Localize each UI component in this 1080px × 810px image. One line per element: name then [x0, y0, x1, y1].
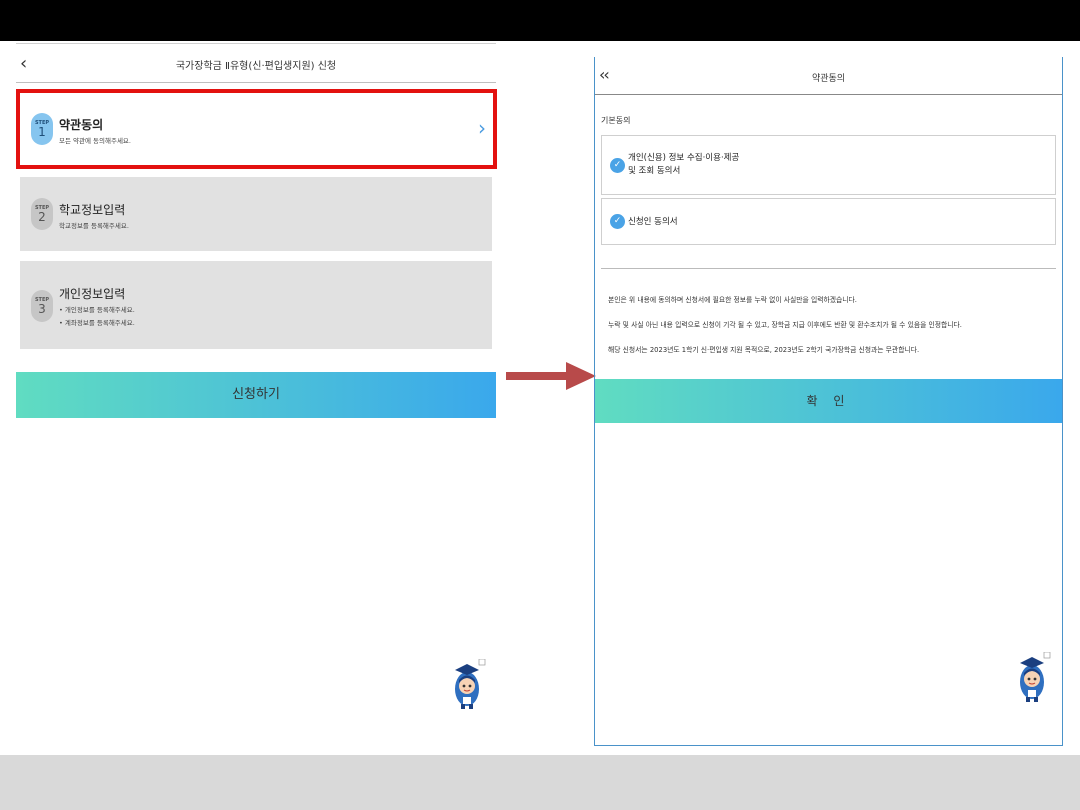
agreement-personal-info[interactable]: ✓ 개인(신용) 정보 수집·이용·제공 및 조회 동의서 — [601, 135, 1056, 195]
notice-text: 본인은 위 내용에 동의하며 신청서에 필요한 정보를 누락 없이 사실만을 입… — [608, 296, 857, 304]
bottom-gray-bar — [0, 755, 1080, 810]
step-highlight-frame — [16, 89, 497, 169]
page-header: ‹ 국가장학금 Ⅱ유형(신·편입생지원) 신청 — [16, 43, 496, 83]
agreement-text: 개인(신용) 정보 수집·이용·제공 및 조회 동의서 — [628, 153, 740, 176]
mascot-chatbot-icon[interactable] — [1017, 652, 1053, 704]
step-title: 개인정보입력 — [59, 287, 126, 301]
agreement-applicant[interactable]: ✓ 신청인 동의서 — [601, 198, 1056, 245]
confirm-button[interactable]: 확 인 — [595, 379, 1062, 423]
step-bullet: • 개인정보를 등록해주세요. — [59, 306, 135, 314]
step-subtitle: 학교정보를 등록해주세요. — [59, 222, 129, 230]
section-label: 기본동의 — [601, 116, 631, 125]
step-badge: STEP 3 — [31, 290, 53, 322]
agreement-text: 신청인 동의서 — [628, 217, 678, 227]
step-card-personal-info[interactable]: STEP 3 개인정보입력 • 개인정보를 등록해주세요. • 계좌정보를 등록… — [20, 261, 492, 349]
mascot-chatbot-icon[interactable] — [452, 659, 488, 711]
apply-button[interactable]: 신청하기 — [16, 372, 496, 418]
page-title: 국가장학금 Ⅱ유형(신·편입생지원) 신청 — [175, 61, 337, 72]
flow-arrow-icon — [506, 362, 596, 390]
step-badge: STEP 2 — [31, 198, 53, 230]
divider — [601, 268, 1056, 269]
page-header: ‹‹ 약관동의 — [595, 57, 1062, 95]
check-circle-icon[interactable]: ✓ — [610, 158, 625, 173]
notice-text: 누락 및 사실 아닌 내용 입력으로 신청이 기각 될 수 있고, 장학금 지급… — [608, 321, 962, 329]
check-circle-icon[interactable]: ✓ — [610, 214, 625, 229]
step-title: 학교정보입력 — [59, 203, 126, 217]
step-card-school-info[interactable]: STEP 2 학교정보입력 학교정보를 등록해주세요. — [20, 177, 492, 251]
page-title: 약관동의 — [811, 74, 846, 84]
application-steps-screen: ‹ 국가장학금 Ⅱ유형(신·편입생지원) 신청 STEP 1 약관동의 모든 약… — [16, 43, 497, 743]
terms-agreement-screen: ‹‹ 약관동의 기본동의 ✓ 개인(신용) 정보 수집·이용·제공 및 조회 동… — [594, 57, 1063, 746]
top-black-bar — [0, 0, 1080, 41]
step-bullet: • 계좌정보를 등록해주세요. — [59, 319, 135, 327]
notice-text: 해당 신청서는 2023년도 1학기 신·편입생 지원 목적으로, 2023년도… — [608, 346, 920, 354]
